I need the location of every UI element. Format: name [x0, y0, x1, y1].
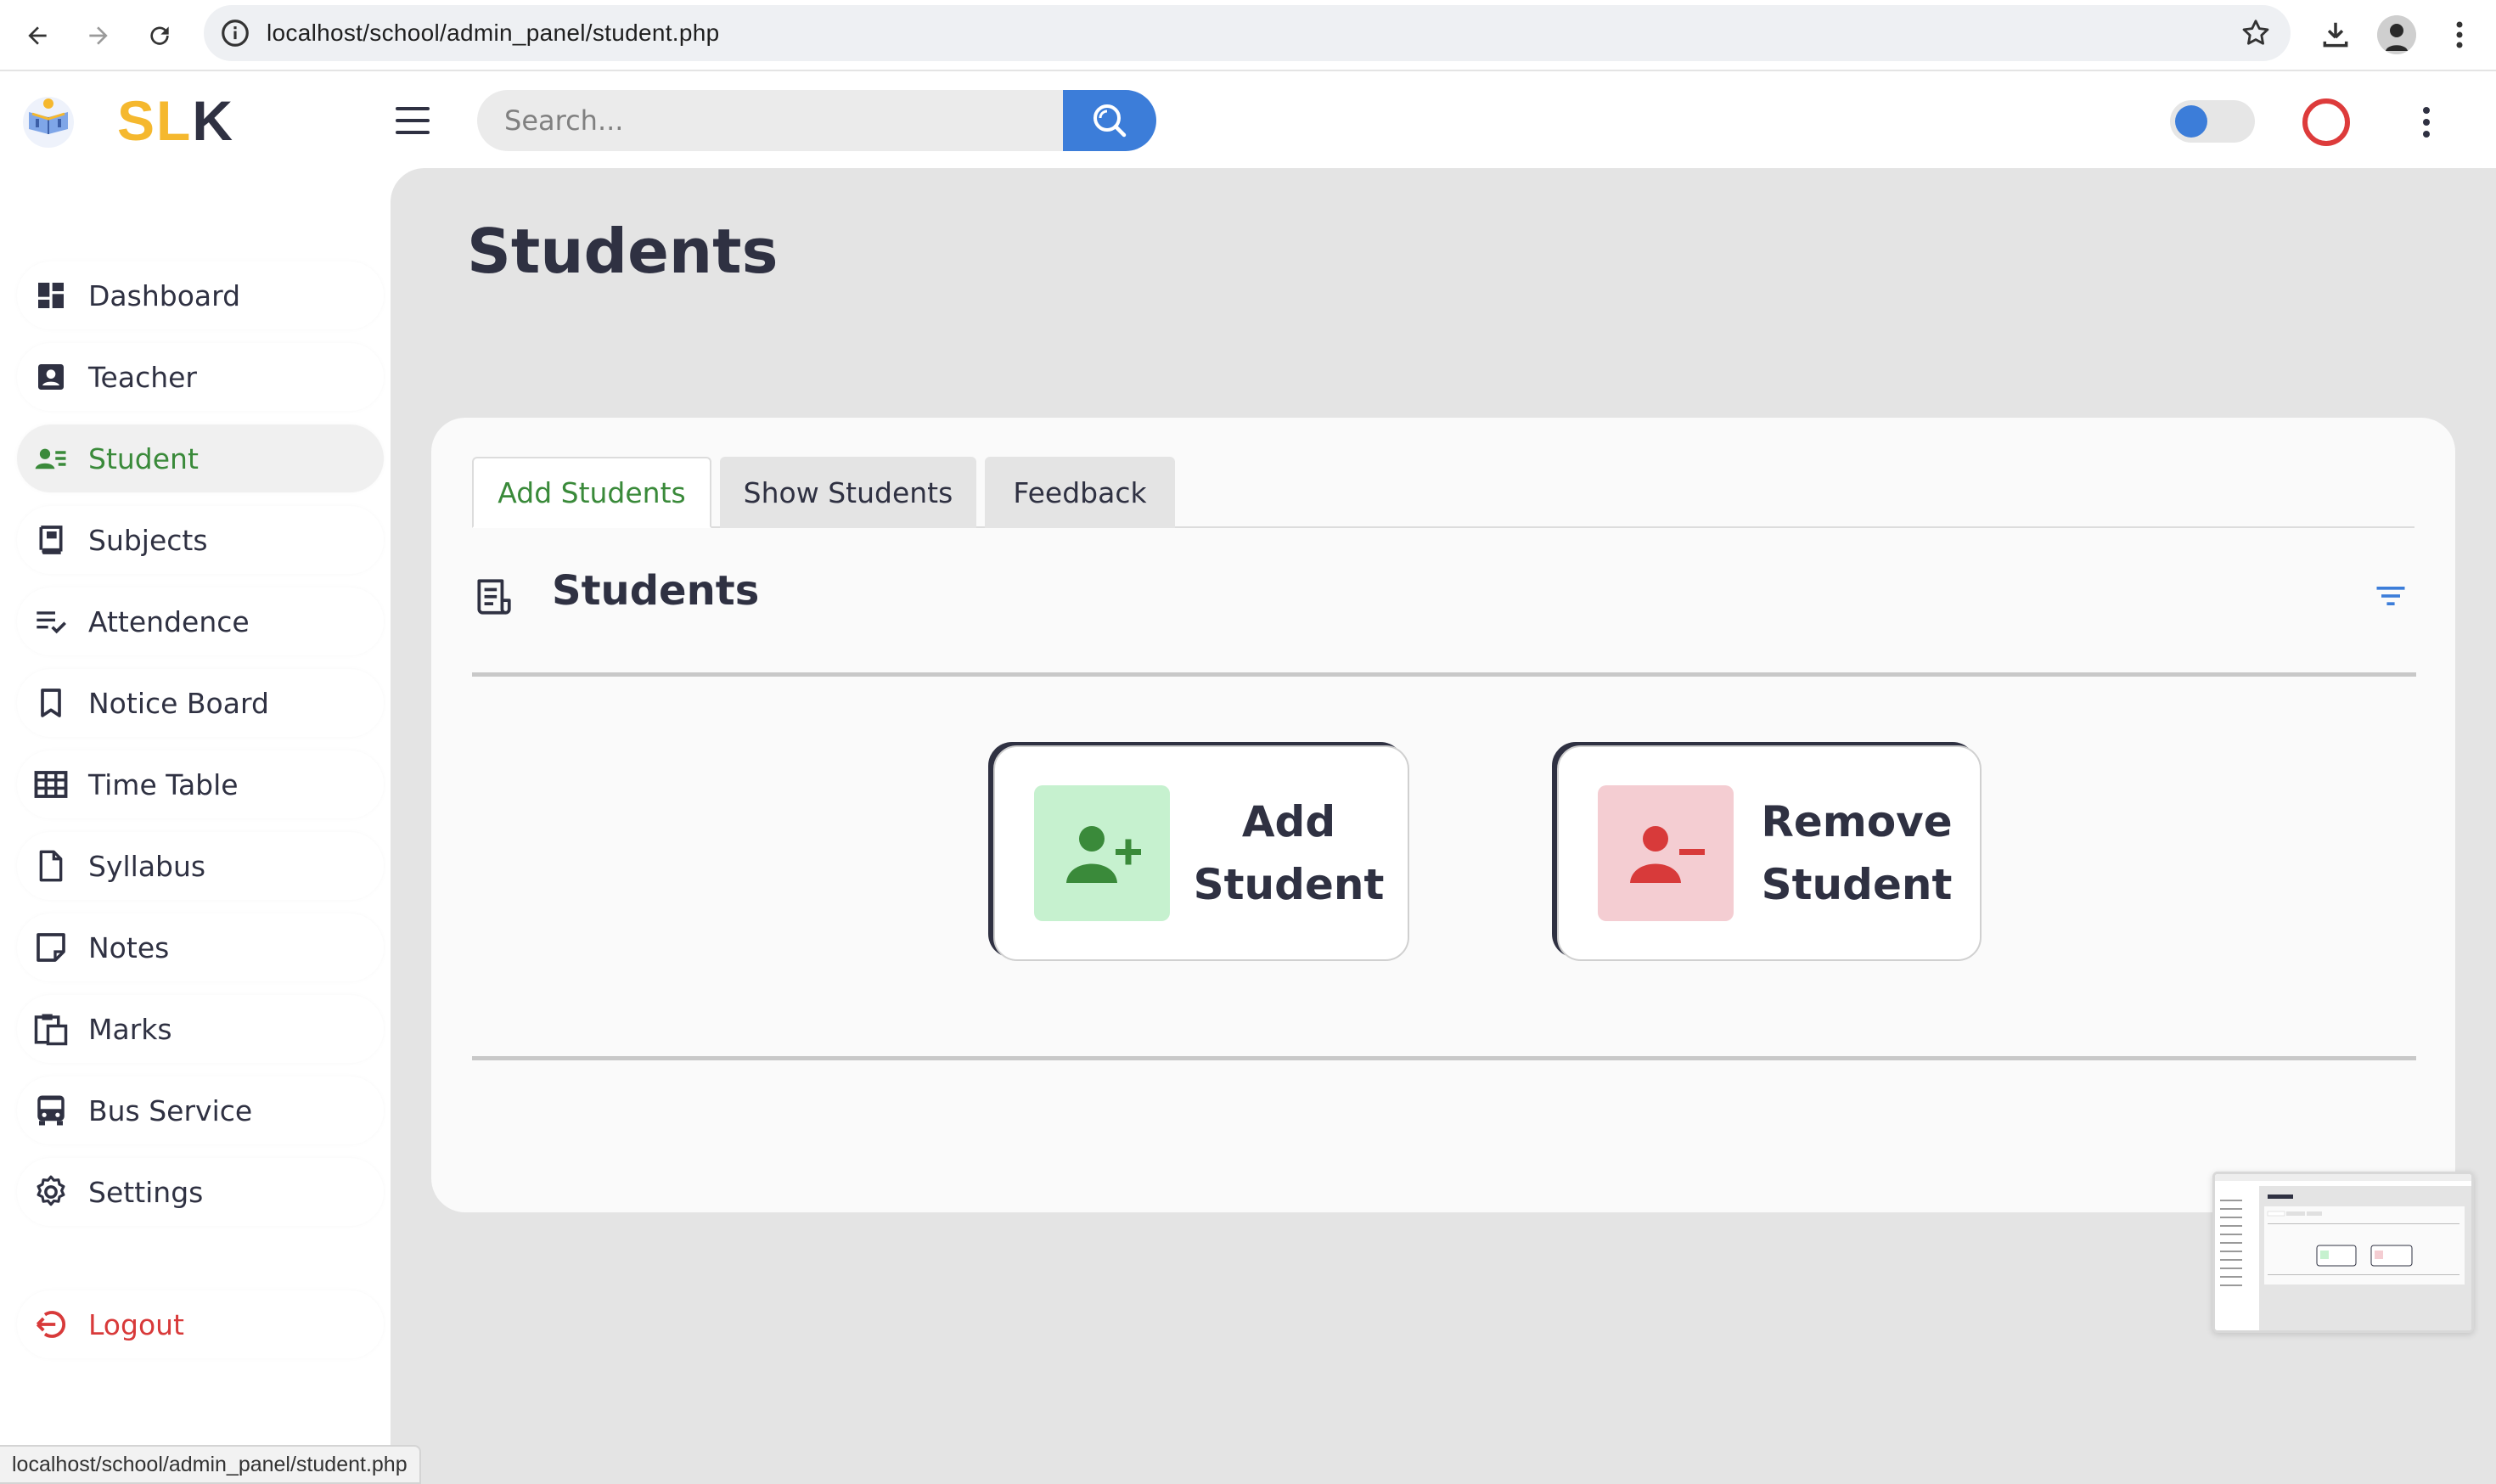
clipboard-icon: [32, 1010, 70, 1048]
sidebar-item-attendence[interactable]: Attendence: [17, 587, 384, 655]
search-input[interactable]: [477, 90, 1063, 151]
sidebar-item-logout[interactable]: Logout: [17, 1290, 384, 1358]
document-icon: [32, 847, 70, 885]
list-document-icon: [472, 576, 514, 618]
tab-feedback[interactable]: Feedback: [985, 457, 1175, 528]
theme-toggle[interactable]: [2170, 100, 2255, 143]
sidebar-item-teacher[interactable]: Teacher: [17, 343, 384, 411]
sidebar-item-subjects[interactable]: Subjects: [17, 506, 384, 574]
sidebar-item-syllabus[interactable]: Syllabus: [17, 832, 384, 900]
teacher-icon: [32, 358, 70, 396]
search-bar: [477, 90, 1156, 151]
sidebar-item-label: Marks: [88, 1012, 172, 1046]
more-options-icon[interactable]: [2408, 104, 2445, 141]
record-indicator-icon[interactable]: [2302, 98, 2350, 146]
bus-icon: [32, 1092, 70, 1129]
tab-bar: Add Students Show Students Feedback: [472, 457, 2414, 528]
sidebar-item-marks[interactable]: Marks: [17, 995, 384, 1063]
forward-icon[interactable]: [78, 15, 119, 56]
book-icon: [32, 521, 70, 559]
site-info-icon[interactable]: [219, 17, 251, 49]
remove-student-button[interactable]: Remove Student: [1557, 745, 1982, 961]
checklist-icon: [32, 603, 70, 640]
sidebar-item-label: Teacher: [88, 360, 198, 394]
student-icon: [32, 440, 70, 477]
sidebar-item-label: Logout: [88, 1307, 184, 1341]
download-icon[interactable]: [2314, 14, 2357, 56]
back-icon[interactable]: [17, 15, 58, 56]
remove-user-icon: [1598, 785, 1734, 921]
sidebar-item-notes[interactable]: Notes: [17, 913, 384, 981]
page-preview-thumbnail[interactable]: [2212, 1172, 2474, 1333]
bookmark-star-icon[interactable]: [2240, 17, 2272, 49]
app-header: SLK: [0, 73, 2496, 168]
add-student-label: Add Student: [1193, 797, 1385, 909]
status-bar-url: localhost/school/admin_panel/student.php: [0, 1445, 421, 1484]
sidebar-item-label: Notes: [88, 930, 170, 964]
table-icon: [32, 766, 70, 803]
sidebar-item-bus-service[interactable]: Bus Service: [17, 1076, 384, 1144]
school-logo-icon: [19, 90, 78, 149]
reload-icon[interactable]: [139, 15, 180, 56]
toggle-knob: [2175, 105, 2207, 138]
content-card: Add Students Show Students Feedback Stud…: [431, 418, 2455, 1212]
sidebar-item-label: Subjects: [88, 523, 208, 557]
sidebar-item-student[interactable]: Student: [17, 424, 384, 492]
browser-toolbar: localhost/school/admin_panel/student.php: [0, 0, 2496, 71]
logout-icon: [32, 1306, 70, 1343]
sidebar-item-label: Time Table: [88, 767, 239, 801]
gear-icon: [32, 1173, 70, 1211]
sidebar-item-settings[interactable]: Settings: [17, 1158, 384, 1226]
sidebar-item-notice-board[interactable]: Notice Board: [17, 669, 384, 737]
main-content: Students Add Students Show Students Feed…: [391, 168, 2496, 1484]
sidebar-item-label: Attendence: [88, 604, 250, 638]
profile-avatar[interactable]: [2377, 15, 2416, 54]
filter-icon[interactable]: [2372, 577, 2409, 615]
sidebar: Dashboard Teacher Student Subjects Atten…: [0, 168, 391, 1484]
sidebar-item-label: Settings: [88, 1175, 204, 1209]
bookmark-icon: [32, 684, 70, 722]
sidebar-item-time-table[interactable]: Time Table: [17, 750, 384, 818]
tab-show-students[interactable]: Show Students: [720, 457, 976, 528]
dashboard-icon: [32, 277, 70, 314]
remove-student-label: Remove Student: [1761, 797, 1953, 909]
add-student-button[interactable]: Add Student: [993, 745, 1409, 961]
search-icon: [1093, 104, 1127, 138]
sidebar-item-label: Bus Service: [88, 1093, 253, 1127]
browser-menu-icon[interactable]: [2438, 14, 2481, 56]
sticky-note-icon: [32, 929, 70, 966]
address-bar[interactable]: localhost/school/admin_panel/student.php: [204, 5, 2291, 61]
sidebar-item-label: Syllabus: [88, 849, 206, 883]
page-title: Students: [467, 216, 779, 287]
search-button[interactable]: [1063, 90, 1156, 151]
brand-name: SLK: [117, 89, 235, 152]
sidebar-item-label: Dashboard: [88, 278, 241, 312]
sidebar-item-label: Student: [88, 441, 199, 475]
add-user-icon: [1034, 785, 1170, 921]
section-title: Students: [552, 567, 760, 615]
sidebar-item-dashboard[interactable]: Dashboard: [17, 261, 384, 329]
tab-add-students[interactable]: Add Students: [472, 457, 711, 528]
menu-toggle-icon[interactable]: [392, 104, 433, 138]
address-url[interactable]: localhost/school/admin_panel/student.php: [267, 20, 719, 47]
sidebar-item-label: Notice Board: [88, 686, 269, 720]
section-header: Students: [472, 567, 2414, 627]
divider: [472, 672, 2416, 677]
divider: [472, 1056, 2416, 1060]
